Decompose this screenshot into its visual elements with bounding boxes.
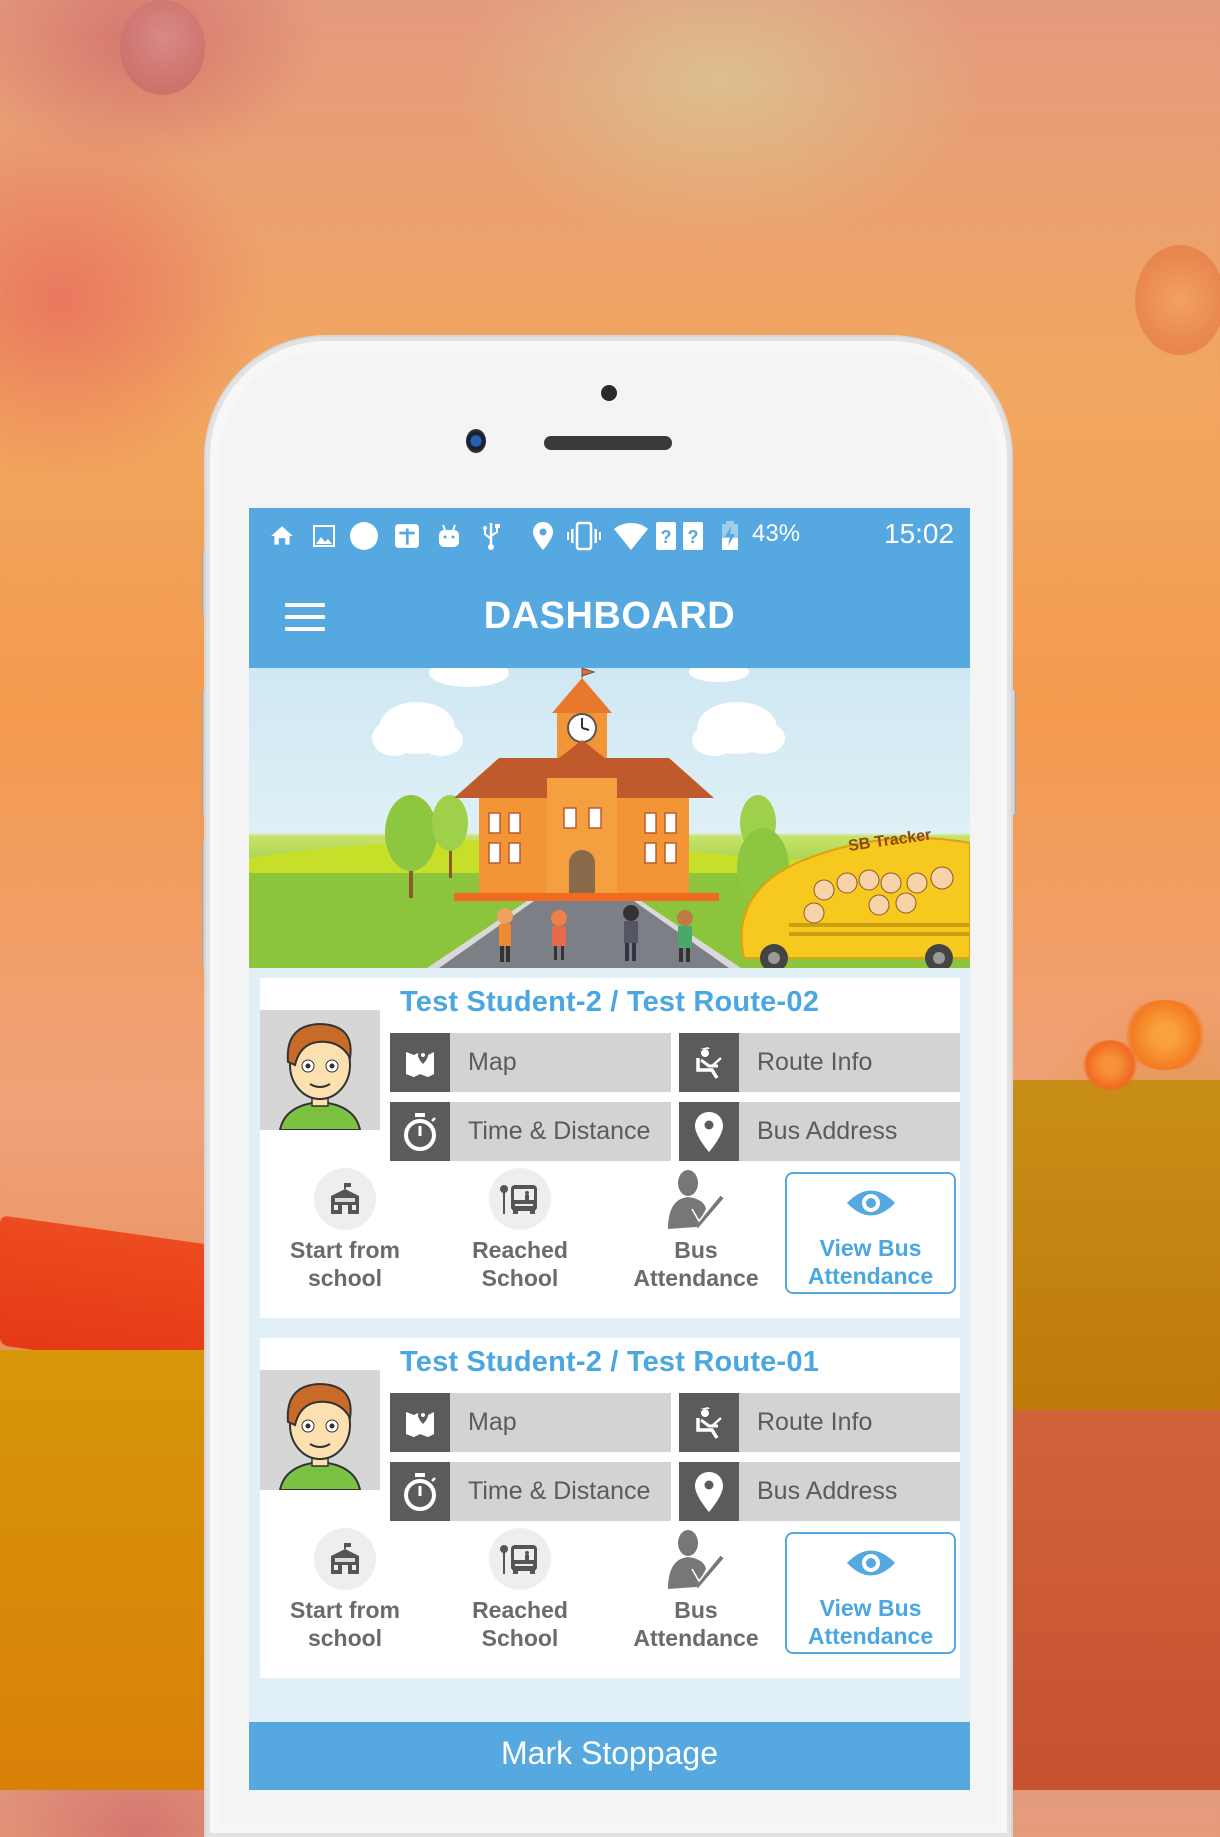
student-route-title: Test Student-2 / Test Route-02 xyxy=(400,986,820,1018)
bus-address-button[interactable]: Bus Address xyxy=(679,1462,960,1521)
time-distance-button[interactable]: Time & Distance xyxy=(390,1462,671,1521)
bus-attendance-label: Bus Attendance xyxy=(633,1237,759,1291)
map-icon xyxy=(390,1393,450,1452)
wifi-icon xyxy=(613,521,649,551)
circle-icon xyxy=(349,521,379,551)
bus-attendance-label: Bus Attendance xyxy=(633,1597,759,1651)
reached-school-label: Reached School xyxy=(472,1597,568,1651)
route-info-button-label: Route Info xyxy=(757,1408,873,1436)
reached-school-label: Reached School xyxy=(472,1237,568,1291)
start-from-school-button[interactable]: Start from school xyxy=(260,1168,430,1298)
student-avatar xyxy=(260,1010,380,1130)
time-distance-button-label: Time & Distance xyxy=(468,1477,651,1505)
usb-icon xyxy=(481,521,501,551)
dashboard-banner-illustration: SB Tracker xyxy=(249,668,970,968)
school-scene-illustration: SB Tracker xyxy=(249,668,970,968)
school-building xyxy=(454,668,719,901)
bus-address-button-label: Bus Address xyxy=(757,1117,898,1145)
app-header: DASHBOARD xyxy=(249,565,970,668)
battery-charging-icon xyxy=(721,521,739,551)
start-from-school-label: Start from school xyxy=(290,1597,400,1651)
clock: 15:02 xyxy=(884,518,955,549)
school-building-icon xyxy=(314,1528,376,1590)
route-info-button[interactable]: Route Info xyxy=(679,1393,960,1452)
background-ground-right-lower xyxy=(1012,1410,1220,1790)
route-info-button[interactable]: Route Info xyxy=(679,1033,960,1092)
reached-school-button[interactable]: Reached School xyxy=(435,1528,605,1658)
app-screen: ? ? 43% 15:02 DASHBOARD SB Tracker Test … xyxy=(249,508,970,1790)
bus-attendance-button[interactable]: Bus Attendance xyxy=(611,1168,781,1298)
start-from-school-label: Start from school xyxy=(290,1237,400,1291)
stopwatch-icon xyxy=(390,1102,450,1161)
home-icon xyxy=(269,521,295,551)
map-icon xyxy=(390,1033,450,1092)
image-icon xyxy=(313,521,335,551)
eye-icon xyxy=(840,1538,902,1588)
battery-percent: 43% xyxy=(752,520,801,547)
background-ground-right xyxy=(1012,1080,1220,1410)
earpiece-speaker xyxy=(544,436,672,450)
sim1-unknown-icon: ? xyxy=(655,521,677,551)
view-bus-attendance-button[interactable]: View Bus Attendance xyxy=(785,1532,956,1654)
eye-icon xyxy=(840,1178,902,1228)
stopwatch-icon xyxy=(390,1462,450,1521)
front-camera xyxy=(466,429,486,453)
person-check-icon xyxy=(665,1168,727,1230)
background-balloon-left xyxy=(120,0,205,95)
proximity-sensor xyxy=(601,385,617,401)
calendar-plus-icon xyxy=(394,521,420,551)
background-flower xyxy=(1080,1040,1140,1090)
location-pin-icon xyxy=(679,1102,739,1161)
student-route-title: Test Student-2 / Test Route-01 xyxy=(400,1346,820,1378)
bus-stop-icon xyxy=(489,1168,551,1230)
map-button-label: Map xyxy=(468,1408,517,1436)
route-info-button-label: Route Info xyxy=(757,1048,873,1076)
reached-school-button[interactable]: Reached School xyxy=(435,1168,605,1298)
map-button[interactable]: Map xyxy=(390,1033,671,1092)
school-building-icon xyxy=(314,1168,376,1230)
svg-text:?: ? xyxy=(661,527,672,547)
driver-seat-icon xyxy=(679,1033,739,1092)
bus-attendance-button[interactable]: Bus Attendance xyxy=(611,1528,781,1658)
student-avatar xyxy=(260,1370,380,1490)
view-bus-attendance-button[interactable]: View Bus Attendance xyxy=(785,1172,956,1294)
view-bus-attendance-label: View Bus Attendance xyxy=(807,1595,934,1649)
vibrate-icon xyxy=(566,521,602,551)
sim2-unknown-icon: ? xyxy=(682,521,704,551)
person-check-icon xyxy=(665,1528,727,1590)
android-icon xyxy=(437,521,461,551)
bus-address-button-label: Bus Address xyxy=(757,1477,898,1505)
location-icon xyxy=(532,521,554,551)
page-title: DASHBOARD xyxy=(483,595,736,637)
mark-stoppage-button[interactable]: Mark Stoppage xyxy=(249,1722,970,1790)
start-from-school-button[interactable]: Start from school xyxy=(260,1528,430,1658)
bus-address-button[interactable]: Bus Address xyxy=(679,1102,960,1161)
view-bus-attendance-label: View Bus Attendance xyxy=(807,1235,934,1289)
background-balloon-right xyxy=(1135,245,1220,355)
driver-seat-icon xyxy=(679,1393,739,1452)
svg-text:?: ? xyxy=(688,527,699,547)
map-button[interactable]: Map xyxy=(390,1393,671,1452)
bus-stop-icon xyxy=(489,1528,551,1590)
map-button-label: Map xyxy=(468,1048,517,1076)
status-bar: ? ? 43% 15:02 xyxy=(249,508,970,565)
location-pin-icon xyxy=(679,1462,739,1521)
time-distance-button-label: Time & Distance xyxy=(468,1117,651,1145)
background-ground-left xyxy=(0,1350,210,1790)
student-card: Test Student-2 / Test Route-01 Map Route… xyxy=(260,1338,960,1678)
time-distance-button[interactable]: Time & Distance xyxy=(390,1102,671,1161)
student-card: Test Student-2 / Test Route-02 Map Route… xyxy=(260,978,960,1318)
